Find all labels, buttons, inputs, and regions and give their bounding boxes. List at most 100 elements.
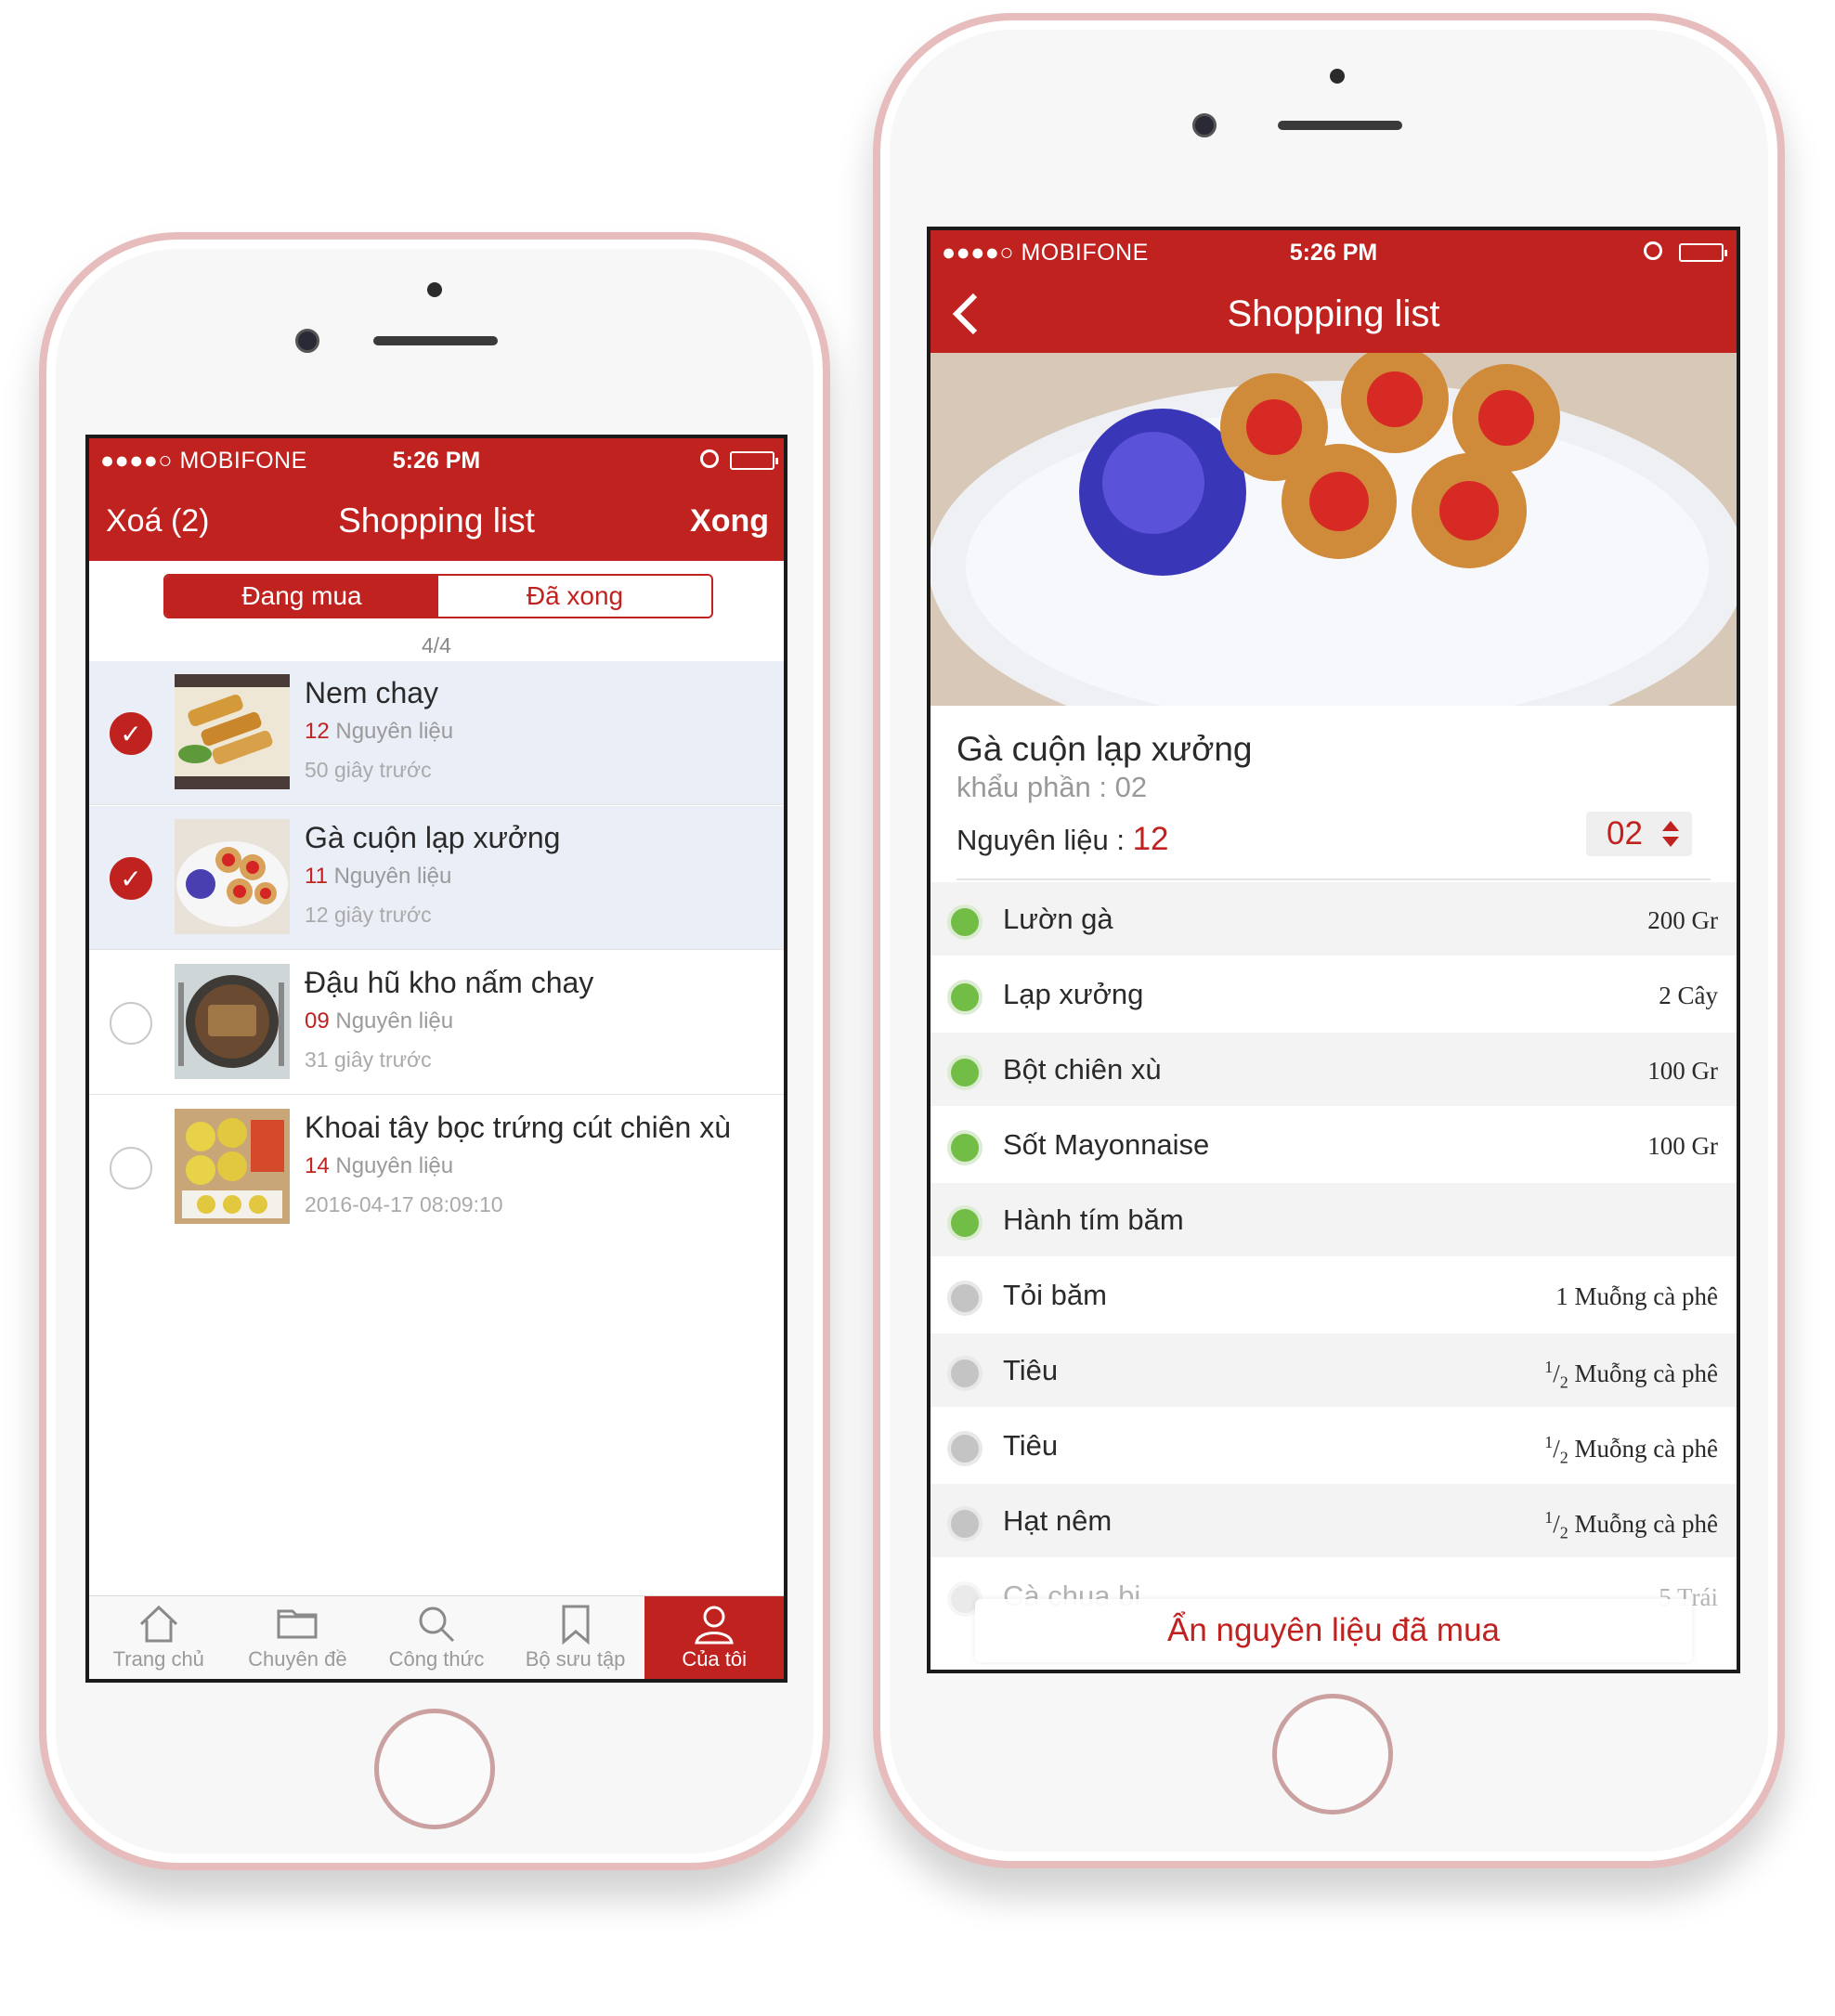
ingredient-name: Bột chiên xù xyxy=(1003,1053,1162,1086)
list-item[interactable]: Khoai tây bọc trứng cút chiên xù 14 Nguy… xyxy=(89,1096,784,1240)
page-title: Shopping list xyxy=(338,501,535,540)
tab-collection[interactable]: Bộ sưu tập xyxy=(506,1596,645,1679)
ingredient-name: Lạp xưởng xyxy=(1003,978,1144,1010)
ingredient-row[interactable]: Tiêu 1/2 Muỗng cà phê xyxy=(931,1409,1737,1484)
right-phone-camera xyxy=(1192,113,1217,137)
ingredient-unit: Nguyên liệu xyxy=(335,1153,454,1178)
item-time: 12 giây trước xyxy=(305,903,432,927)
tab-mine[interactable]: Của tôi xyxy=(644,1596,784,1679)
tab-label: Chuyên đề xyxy=(248,1647,347,1671)
item-meta: 12 Nguyên liệu xyxy=(305,719,453,745)
ingredient-name: Hành tím băm xyxy=(1003,1203,1184,1236)
serving-label: khẩu phần : 02 xyxy=(957,771,1148,803)
ingredient-row[interactable]: Bột chiên xù 100 Gr xyxy=(931,1033,1737,1108)
tab-recipes[interactable]: Công thức xyxy=(367,1596,506,1679)
ingredient-name: Lườn gà xyxy=(1003,903,1113,935)
segmented-control: Đang mua Đã xong xyxy=(163,574,713,618)
qty-denominator: 2 xyxy=(1559,1448,1568,1467)
ingredient-count: 14 xyxy=(305,1153,330,1178)
battery-icon xyxy=(730,451,778,470)
item-meta: 11 Nguyên liệu xyxy=(305,864,451,890)
checked-dot-icon[interactable] xyxy=(947,1055,983,1090)
list-item[interactable]: ✓ Gà cuộn lạp xưởng 11 Nguyên liệu 12 gi… xyxy=(89,806,784,950)
qty-unit: Muỗng cà phê xyxy=(1574,1435,1718,1463)
item-time: 50 giây trước xyxy=(305,758,432,782)
left-phone-frame: ●●●●○ MOBIFONE 5:26 PM Xoá (2) Shopping … xyxy=(39,232,830,1870)
list-item[interactable]: Đậu hũ kho nấm chay 09 Nguyên liệu 31 gi… xyxy=(89,951,784,1095)
folder-icon xyxy=(277,1609,318,1639)
ingredient-qty: 100 Gr xyxy=(1647,1132,1718,1160)
left-phone-camera xyxy=(295,329,319,353)
alarm-icon xyxy=(700,449,719,468)
hide-purchased-button[interactable]: Ẩn nguyên liệu đã mua xyxy=(975,1599,1692,1662)
clock: 5:26 PM xyxy=(392,448,481,474)
ingredient-count: 12 xyxy=(1132,821,1169,857)
recipe-thumbnail xyxy=(175,674,290,789)
qty-denominator: 2 xyxy=(1559,1372,1568,1392)
left-home-button[interactable] xyxy=(374,1709,495,1829)
ingredient-name: Tiêu xyxy=(1003,1354,1059,1386)
ingredient-row[interactable]: Tiêu 1/2 Muỗng cà phê xyxy=(931,1333,1737,1409)
battery-icon xyxy=(1679,243,1727,262)
item-meta: 14 Nguyên liệu xyxy=(305,1153,453,1179)
ingredient-unit: Nguyên liệu xyxy=(335,1008,454,1034)
tab-bar: Trang chủ Chuyên đề Công thức Bộ sưu tập… xyxy=(89,1595,784,1679)
serving-stepper[interactable]: 02 xyxy=(1586,812,1692,856)
item-meta: 09 Nguyên liệu xyxy=(305,1008,453,1034)
recipe-thumbnail xyxy=(175,964,290,1079)
ingredient-name: Tiêu xyxy=(1003,1429,1059,1462)
segment-done[interactable]: Đã xong xyxy=(438,576,711,617)
recipe-photo xyxy=(931,353,1737,706)
segment-buying[interactable]: Đang mua xyxy=(165,576,438,617)
recipe-thumbnail xyxy=(175,819,290,934)
tab-label: Công thức xyxy=(388,1647,485,1671)
status-bar: ●●●●○ MOBIFONE 5:26 PM xyxy=(931,230,1737,275)
checked-icon[interactable]: ✓ xyxy=(110,857,152,900)
qty-unit: Muỗng cà phê xyxy=(1574,1359,1718,1387)
unchecked-icon[interactable] xyxy=(110,1147,152,1190)
status-bar: ●●●●○ MOBIFONE 5:26 PM xyxy=(89,438,784,483)
recipe-thumbnail xyxy=(175,1109,290,1224)
tab-label: Của tôi xyxy=(682,1647,748,1671)
checked-dot-icon[interactable] xyxy=(947,904,983,940)
clock: 5:26 PM xyxy=(1289,240,1378,266)
unchecked-dot-icon[interactable] xyxy=(947,1431,983,1466)
ingredient-qty: 1/2 Muỗng cà phê xyxy=(1544,1433,1718,1467)
checked-dot-icon[interactable] xyxy=(947,1205,983,1241)
qty-unit: Muỗng cà phê xyxy=(1574,1510,1718,1538)
ingredient-count: 11 xyxy=(305,864,328,889)
tab-topics[interactable]: Chuyên đề xyxy=(228,1596,368,1679)
ingredient-unit: Nguyên liệu xyxy=(335,719,454,744)
item-count: 4/4 xyxy=(422,633,451,657)
ingredient-row[interactable]: Hành tím băm xyxy=(931,1183,1737,1258)
item-title: Đậu hũ kho nấm chay xyxy=(305,966,594,999)
checked-dot-icon[interactable] xyxy=(947,980,983,1015)
checked-dot-icon[interactable] xyxy=(947,1130,983,1165)
ingredient-count: 09 xyxy=(305,1008,330,1034)
checked-icon[interactable]: ✓ xyxy=(110,712,152,755)
tab-home[interactable]: Trang chủ xyxy=(89,1596,228,1679)
item-time: 2016-04-17 08:09:10 xyxy=(305,1192,503,1216)
left-phone-sensor xyxy=(427,282,442,297)
ingredient-row[interactable]: Lạp xưởng 2 Cây xyxy=(931,957,1737,1033)
ingredient-row[interactable]: Tỏi băm 1 Muỗng cà phê xyxy=(931,1258,1737,1333)
done-button[interactable]: Xong xyxy=(690,503,769,540)
unchecked-dot-icon[interactable] xyxy=(947,1506,983,1541)
ingredient-count: 12 xyxy=(305,719,330,744)
tab-label: Trang chủ xyxy=(112,1647,204,1671)
list-item[interactable]: ✓ Nem chay 12 Nguyên liệu 50 giây trước xyxy=(89,661,784,805)
alarm-icon xyxy=(1644,241,1662,260)
ingredient-count-label: Nguyên liệu : 12 xyxy=(957,821,1169,858)
ingredient-row[interactable]: Sốt Mayonnaise 100 Gr xyxy=(931,1108,1737,1183)
ingredient-name: Sốt Mayonnaise xyxy=(1003,1128,1210,1161)
unchecked-icon[interactable] xyxy=(110,1002,152,1045)
unchecked-dot-icon[interactable] xyxy=(947,1281,983,1316)
ingredient-row[interactable]: Hạt nêm 1/2 Muỗng cà phê xyxy=(931,1484,1737,1559)
tab-label: Bộ sưu tập xyxy=(525,1647,626,1671)
right-home-button[interactable] xyxy=(1272,1694,1393,1814)
ingredient-qty: 1/2 Muỗng cà phê xyxy=(1544,1358,1718,1392)
unchecked-dot-icon[interactable] xyxy=(947,1356,983,1391)
ingredient-row[interactable]: Lườn gà 200 Gr xyxy=(931,882,1737,957)
search-icon xyxy=(419,1606,455,1643)
home-icon xyxy=(139,1605,177,1643)
